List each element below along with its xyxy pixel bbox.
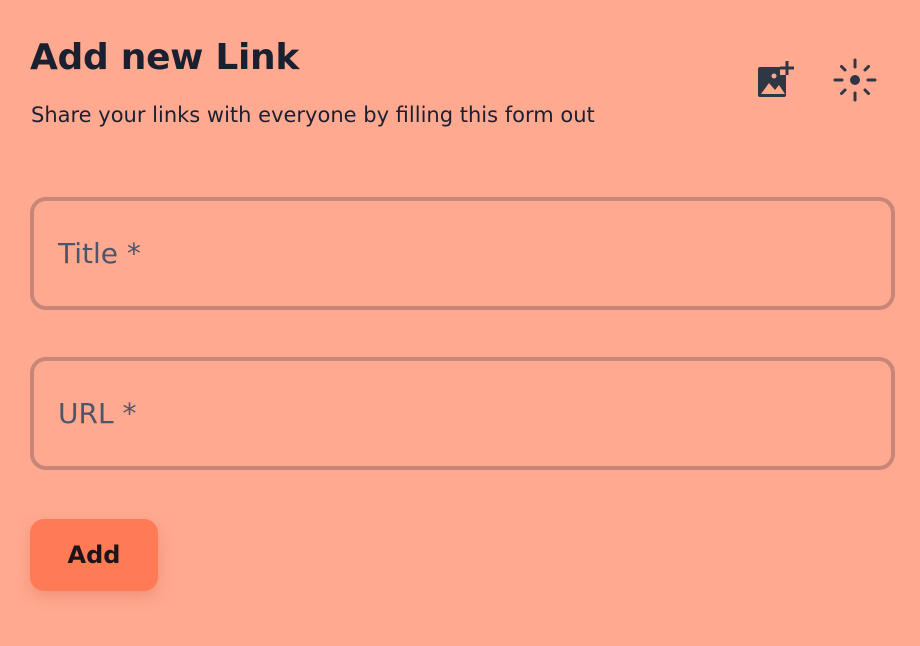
title-field [30,197,895,310]
add-image-icon [754,59,796,104]
sun-icon [832,57,878,106]
title-input[interactable] [34,201,891,306]
add-link-card: Add new Link Share your links with every… [0,0,920,646]
add-image-button[interactable] [752,58,798,104]
page-title: Add new Link [30,37,300,78]
url-input[interactable] [34,361,891,466]
add-button[interactable]: Add [30,519,158,591]
theme-toggle-button[interactable] [832,58,878,104]
page-subtitle: Share your links with everyone by fillin… [31,103,595,127]
url-field [30,357,895,470]
